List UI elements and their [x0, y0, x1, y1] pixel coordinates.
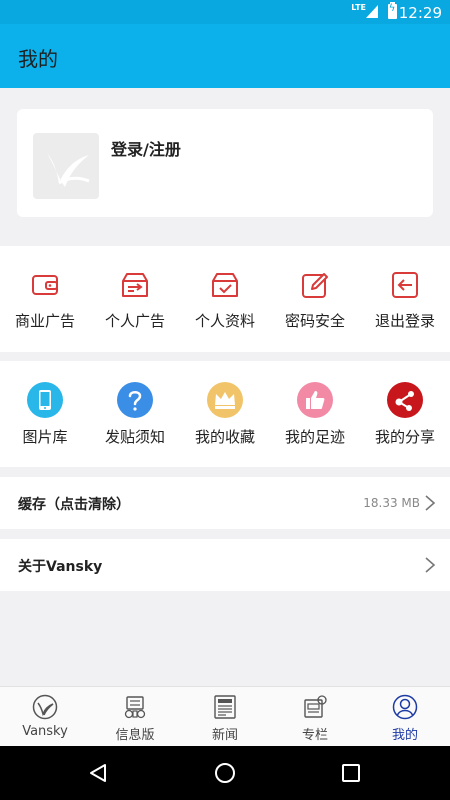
- tab-vansky[interactable]: Vansky: [0, 687, 90, 747]
- action-business-ads[interactable]: 商业广告: [0, 246, 90, 352]
- box-check-icon: [212, 273, 238, 297]
- action-label: 密码安全: [284, 312, 345, 330]
- crown-icon: [207, 382, 243, 418]
- action-label: 个人资料: [194, 312, 255, 330]
- back-icon[interactable]: [86, 761, 110, 785]
- action-label: 商业广告: [14, 312, 75, 330]
- app-bar: 我的: [0, 24, 450, 88]
- edit-icon: [302, 273, 328, 298]
- login-register-link[interactable]: 登录/注册: [111, 136, 181, 160]
- info-board-icon: [124, 696, 146, 719]
- feature-posting-rules[interactable]: 发贴须知: [90, 361, 180, 467]
- feature-label: 发贴须知: [104, 428, 165, 446]
- network-type: LTE: [351, 3, 366, 12]
- share-icon: [387, 382, 423, 418]
- status-time: 12:29: [398, 4, 442, 22]
- chevron-right-icon: [425, 495, 436, 511]
- tab-label: 新闻: [211, 728, 238, 743]
- profile-card[interactable]: 登录/注册: [17, 109, 433, 217]
- status-bar: LTE ϟ 12:29: [0, 0, 450, 24]
- feature-footprints[interactable]: 我的足迹: [270, 361, 360, 467]
- logout-icon: [392, 272, 418, 298]
- bottom-tab-bar: Vansky 信息版 新闻 专栏 我的: [0, 686, 450, 746]
- tab-info-board[interactable]: 信息版: [90, 687, 180, 747]
- feature-shares[interactable]: 我的分享: [360, 361, 450, 467]
- feature-label: 我的收藏: [194, 428, 255, 446]
- tab-label: 信息版: [115, 728, 155, 743]
- tab-news[interactable]: 新闻: [180, 687, 270, 747]
- user-icon: [392, 694, 418, 720]
- action-label: 退出登录: [374, 312, 435, 330]
- avatar[interactable]: [33, 133, 99, 199]
- system-nav-bar: [0, 746, 450, 800]
- charging-icon: ϟ: [388, 3, 396, 14]
- recents-icon[interactable]: [339, 761, 363, 785]
- feature-label: 我的分享: [374, 428, 435, 446]
- tab-label: 我的: [391, 728, 418, 743]
- feature-gallery[interactable]: 图片库: [0, 361, 90, 467]
- clear-cache-row[interactable]: 缓存（点击清除） 18.33 MB: [0, 477, 450, 529]
- tab-label: 专栏: [301, 728, 328, 743]
- home-icon[interactable]: [213, 761, 237, 785]
- tab-column[interactable]: 专栏: [270, 687, 360, 747]
- tab-mine[interactable]: 我的: [360, 687, 450, 747]
- about-label: 关于Vansky: [18, 559, 103, 575]
- action-profile[interactable]: 个人资料: [180, 246, 270, 352]
- newspaper-icon: [214, 695, 236, 719]
- feature-grid: 图片库 发贴须知 我的收藏 我的足迹 我的分享: [0, 361, 450, 467]
- wallet-icon: [32, 275, 58, 295]
- cache-label: 缓存（点击清除）: [18, 497, 130, 513]
- signal-icon: [366, 5, 378, 18]
- action-personal-ads[interactable]: 个人广告: [90, 246, 180, 352]
- vansky-avatar-icon: [47, 153, 90, 187]
- feature-favorites[interactable]: 我的收藏: [180, 361, 270, 467]
- phone-icon: [27, 382, 63, 418]
- thumbs-up-icon: [297, 382, 333, 418]
- tab-label: Vansky: [22, 724, 68, 739]
- question-icon: [117, 382, 153, 418]
- box-arrow-icon: [122, 273, 148, 297]
- feature-label: 我的足迹: [284, 428, 345, 446]
- action-logout[interactable]: 退出登录: [360, 246, 450, 352]
- action-password-security[interactable]: 密码安全: [270, 246, 360, 352]
- account-actions: 商业广告 个人广告 个人资料 密码安全 退出登录: [0, 246, 450, 352]
- page-title: 我的: [18, 47, 58, 71]
- about-row[interactable]: 关于Vansky: [0, 539, 450, 591]
- vansky-logo-icon: [32, 694, 58, 720]
- feature-label: 图片库: [22, 428, 68, 446]
- chevron-right-icon: [425, 557, 436, 573]
- column-icon: [304, 695, 327, 718]
- action-label: 个人广告: [104, 312, 165, 330]
- cache-size: 18.33 MB: [363, 496, 420, 510]
